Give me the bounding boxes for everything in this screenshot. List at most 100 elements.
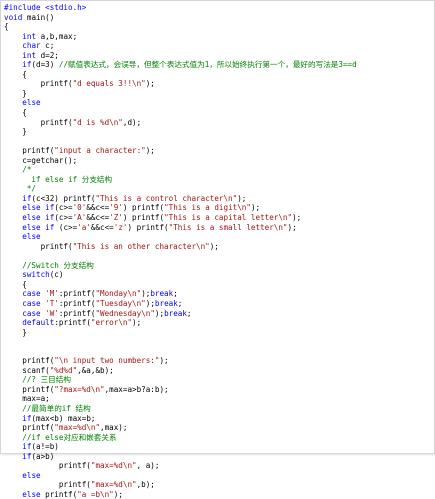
code-text: ,max=a>b?a:b); (104, 384, 169, 394)
code-keyword: else if (22, 203, 55, 213)
code-text: (c>= (54, 213, 73, 223)
code-keyword: else (22, 98, 41, 108)
code-string: "max=%d\n" (90, 480, 137, 490)
code-text: (a>b) (31, 451, 55, 461)
code-text: (c>= (54, 203, 73, 213)
code-text: &&c<= (86, 213, 110, 223)
code-text: ; (186, 308, 192, 318)
code-comment: */ (4, 184, 37, 194)
code-text: } (4, 88, 27, 98)
code-line: else (4, 471, 430, 481)
code-line: default:printf("error\n"); (4, 318, 430, 328)
code-line: switch(c) (4, 270, 430, 280)
code-line: else (4, 98, 430, 108)
code-text: max=a; (4, 394, 50, 404)
code-string: 'W' (45, 308, 59, 318)
code-text: ; (173, 289, 178, 299)
code-text: { (4, 279, 27, 289)
code-string: "?max=%d\n" (54, 384, 105, 394)
code-comment: if else if 分支结构 (4, 174, 113, 184)
code-line: int a,b,max; (4, 32, 430, 42)
code-text: (c) (49, 270, 64, 280)
code-string: "%d%d" (49, 365, 78, 375)
code-text: ); (145, 146, 155, 156)
code-string: '9' (109, 203, 123, 213)
code-text: :printf( (58, 308, 96, 318)
code-text: printf( (4, 461, 91, 471)
code-string: "This is a small letter\n" (168, 222, 288, 232)
code-text: ,b); (136, 480, 155, 490)
code-string: "input a character:" (54, 146, 146, 156)
code-string: 'M' (45, 289, 59, 299)
code-line: case 'W':printf("Wednesday\n");break; (4, 309, 430, 319)
code-keyword: char (22, 41, 41, 51)
code-line: } (4, 89, 430, 99)
code-string: "d is %d\n" (72, 117, 123, 127)
code-keyword: else (22, 470, 41, 480)
code-line: //最简单的if 结构 (4, 404, 430, 414)
code-text: } (4, 127, 27, 137)
code-string: "d equals 3!!\n" (72, 79, 146, 89)
code-text: ); (141, 289, 151, 299)
code-keyword: void (4, 12, 23, 22)
code-text: ); (145, 298, 155, 308)
code-line: printf("?max=%d\n",max=a>b?a:b); (4, 385, 430, 395)
code-keyword: case (22, 298, 41, 308)
code-line: scanf("%d%d",&a,&b); (4, 366, 430, 376)
code-line: { (4, 22, 430, 32)
code-comment: //赋值表达式，会误导，但整个表达式值为1，所以始终执行第一个，最好的写法是3=… (58, 60, 357, 70)
code-text: ); (145, 79, 155, 89)
code-text: ); (113, 489, 123, 499)
code-string: "a =b\n" (77, 489, 114, 499)
code-line: //if else对应和嵌套关系 (4, 433, 430, 443)
code-keyword: case (22, 308, 41, 318)
code-text: printf( (4, 146, 55, 156)
code-preprocessor: #include <stdio.h> (4, 3, 87, 12)
code-editor-frame: #include <stdio.h> void main(){ int a,b,m… (0, 0, 435, 499)
code-text: :printf( (54, 318, 91, 328)
code-string: "\n input two numbers:" (54, 356, 160, 366)
code-text: (a!=b) (31, 442, 59, 452)
code-text: ); (159, 356, 169, 366)
code-text: ) printf( (122, 213, 165, 223)
code-string: "Wednesday\n" (95, 308, 155, 318)
code-text: { (4, 69, 27, 79)
code-string: 'z' (113, 222, 128, 232)
code-comment: //if else对应和嵌套关系 (4, 432, 117, 442)
code-keyword: else (22, 489, 41, 499)
code-line: if(d=3) //赋值表达式，会误导，但整个表达式值为1，所以始终执行第一个，… (4, 60, 430, 70)
code-line: printf("input a character:"); (4, 146, 430, 156)
code-text: printf( (4, 384, 55, 394)
code-keyword: int (22, 50, 37, 60)
code-line: { (4, 280, 430, 290)
code-keyword: default (22, 318, 55, 328)
code-string: "This is a digit\n" (164, 203, 251, 213)
code-text: ,max); (100, 423, 128, 433)
code-line: if(c<32) printf("This is a control chara… (4, 194, 430, 204)
code-line: else (4, 232, 430, 242)
code-keyword: else if (22, 222, 55, 232)
code-text: ); (132, 318, 142, 328)
code-line: char c; (4, 41, 430, 51)
code-string: "This is a control character\n" (95, 193, 238, 203)
code-text: (c>= (54, 222, 78, 232)
code-line: printf("d equals 3!!\n"); (4, 79, 430, 89)
code-line: /* (4, 165, 430, 175)
code-text: &&c<= (86, 203, 110, 213)
code-line: c=getchar(); (4, 156, 430, 166)
code-text: :printf( (58, 298, 96, 308)
code-text: printf( (4, 423, 55, 433)
